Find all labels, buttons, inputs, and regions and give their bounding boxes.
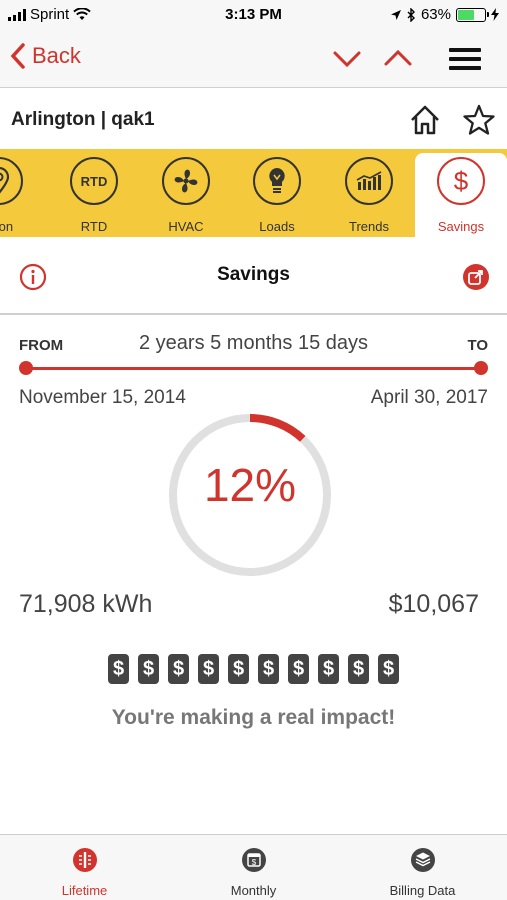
dollar-bill-icon: $ — [228, 654, 249, 684]
rtd-icon: RTD — [70, 157, 118, 205]
range-line — [25, 367, 482, 370]
tab-label: Savings — [437, 219, 485, 234]
dollar-bill-icon: $ — [378, 654, 399, 684]
menu-line — [449, 57, 481, 61]
chevron-down-button[interactable] — [331, 44, 363, 72]
battery-percent: 63% — [420, 6, 451, 23]
dollar-icon: $ — [437, 157, 485, 205]
tab-rtd[interactable]: RTD RTD — [48, 149, 140, 237]
tab-label: HVAC — [168, 219, 204, 234]
bar-trend-icon — [356, 171, 382, 190]
location-arrow-icon — [390, 9, 401, 20]
status-bar: Sprint 3:13 PM 63% — [0, 0, 507, 32]
gauge-progress-arc — [249, 414, 306, 442]
back-button[interactable]: Back — [10, 42, 81, 70]
tab-loads[interactable]: Loads — [231, 149, 323, 237]
site-title: Arlington | qak1 — [11, 109, 155, 130]
favorite-star-button[interactable] — [462, 103, 496, 137]
dollar-bill-icon: $ — [348, 654, 369, 684]
end-date: April 30, 2017 — [370, 387, 488, 408]
calendar-dollar-icon: $ — [242, 848, 266, 872]
date-range: FROM 2 years 5 months 15 days TO Novembe… — [0, 317, 507, 417]
fan-icon — [162, 157, 210, 205]
battery-fill — [458, 9, 475, 20]
home-button[interactable] — [408, 103, 442, 137]
tab-label: ation — [0, 219, 14, 234]
back-label: Back — [32, 43, 81, 68]
tab-savings[interactable]: $ Savings — [415, 153, 507, 237]
share-button[interactable] — [462, 263, 490, 291]
site-header: Arlington | qak1 — [0, 89, 507, 149]
tab-label: Lifetime — [61, 883, 108, 898]
start-date: November 15, 2014 — [19, 387, 186, 408]
menu-line — [449, 66, 481, 70]
to-label: TO — [467, 337, 488, 354]
light-bulb-icon — [269, 168, 285, 193]
fan-blades-icon — [174, 169, 198, 193]
tab-label: Loads — [259, 219, 295, 234]
savings-percent: 12% — [203, 459, 297, 511]
battery-icon — [456, 7, 489, 22]
dollar-bill-icon: $ — [108, 654, 129, 684]
dollar-bill-icon: $ — [288, 654, 309, 684]
rtd-icon-text: RTD — [80, 173, 108, 189]
dollar-bill-icon: $ — [168, 654, 189, 684]
hamburger-menu-button[interactable] — [449, 48, 481, 70]
lifetime-icon — [73, 848, 97, 872]
feature-tab-strip: ation RTD RTD HVAC Loads — [0, 149, 507, 237]
savings-header: Savings — [0, 237, 507, 315]
tab-hvac[interactable]: HVAC — [140, 149, 232, 237]
trends-icon — [345, 157, 393, 205]
dollar-icon-text: $ — [453, 165, 469, 196]
energy-saved: 71,908 kWh — [19, 590, 153, 618]
dollar-bill-icon: $ — [318, 654, 339, 684]
menu-line — [449, 48, 481, 52]
dollar-bill-icon: $ — [138, 654, 159, 684]
tab-location[interactable]: ation — [0, 149, 45, 237]
bottom-tab-bar: Lifetime $ Monthly Billing Data — [0, 834, 507, 900]
tab-label: Billing Data — [389, 883, 456, 898]
svg-text:$: $ — [252, 858, 257, 867]
tab-trends[interactable]: Trends — [323, 149, 415, 237]
billing-stack-icon — [411, 848, 435, 872]
impact-message: You're making a real impact! — [111, 706, 396, 729]
tab-label: Monthly — [230, 883, 277, 898]
bluetooth-icon — [407, 7, 415, 22]
tab-label: Trends — [349, 219, 389, 234]
range-start-handle[interactable] — [19, 361, 33, 375]
savings-title: Savings — [217, 264, 290, 285]
chevron-up-button[interactable] — [382, 44, 414, 72]
duration-text: 2 years 5 months 15 days — [138, 332, 368, 354]
status-right: 63% — [390, 6, 499, 23]
money-saved: $10,067 — [388, 590, 479, 618]
dollar-bill-icon: $ — [258, 654, 279, 684]
bulb-icon — [253, 157, 301, 205]
navigation-bar: Back — [0, 32, 507, 88]
tab-monthly[interactable]: $ Monthly — [169, 835, 338, 900]
location-icon — [0, 157, 23, 205]
tab-lifetime[interactable]: Lifetime — [0, 835, 169, 900]
dollar-bill-icon: $ — [198, 654, 219, 684]
tab-label: RTD — [80, 219, 108, 234]
range-end-handle[interactable] — [474, 361, 488, 375]
tab-billing-data[interactable]: Billing Data — [338, 835, 507, 900]
chevron-left-icon — [10, 43, 25, 69]
dollar-bills-row: $ $ $ $ $ $ $ $ $ $ — [0, 654, 507, 684]
location-pin-icon — [0, 167, 10, 194]
charging-icon — [491, 8, 499, 21]
